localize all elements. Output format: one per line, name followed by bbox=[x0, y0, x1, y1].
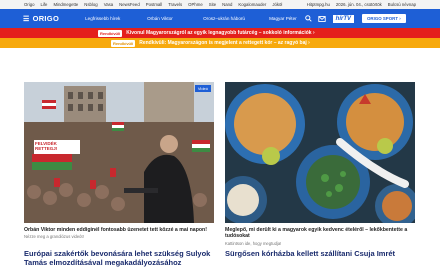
site-logo[interactable]: ☰ ORIGO bbox=[23, 14, 59, 23]
top-link-12[interactable]: Jóköl bbox=[272, 2, 282, 7]
nav-orban-viktor[interactable]: Orbán Viktor bbox=[147, 16, 203, 21]
top-link-7[interactable]: Travels bbox=[168, 2, 182, 7]
article-image[interactable] bbox=[225, 82, 415, 223]
breaking-alert-red[interactable]: Rendkívüli Kivonul Magyarországról az eg… bbox=[0, 28, 440, 38]
article-title[interactable]: Európai szakértők bevonására lehet szüks… bbox=[24, 249, 214, 267]
article-subtitle: Nézze meg a grandiózus videót! bbox=[24, 234, 84, 240]
hirtv-logo[interactable]: hírTV bbox=[332, 14, 355, 23]
article-card[interactable]: Videó FELVIDÉK RETTEGJ! Orbán Viktor min… bbox=[24, 82, 214, 246]
top-link-life[interactable]: Life bbox=[41, 2, 48, 7]
banner-text: FELVIDÉK RETTEGJ! bbox=[35, 141, 58, 151]
mail-icon[interactable] bbox=[317, 15, 326, 22]
header-nav: Legfrissebb hírek Orbán Viktor Orosz–ukr… bbox=[85, 16, 297, 21]
alert-text[interactable]: Rendkívüli: Magyarországon is megjelent … bbox=[139, 40, 310, 46]
hamburger-icon[interactable]: ☰ bbox=[23, 15, 30, 23]
search-icon[interactable] bbox=[304, 15, 312, 22]
nav-magyar-peter[interactable]: Magyar Péter bbox=[269, 16, 297, 21]
alert-badge: Rendkívüli bbox=[111, 39, 136, 47]
video-badge: Videó bbox=[194, 85, 211, 92]
featured-grid: Videó FELVIDÉK RETTEGJ! Orbán Viktor min… bbox=[24, 82, 415, 246]
logo-text: ORIGO bbox=[32, 14, 60, 23]
top-link-strip: Origo Life Mindmegette Nsblog Vasa NewsF… bbox=[0, 0, 440, 9]
date-text: 2026. jún. 04., csütörtök bbox=[335, 2, 382, 7]
main-header: ☰ ORIGO Legfrissebb hírek Orbán Viktor O… bbox=[0, 9, 440, 28]
top-link-11[interactable]: Kogalomauder bbox=[238, 2, 266, 7]
rally-photo bbox=[24, 82, 214, 223]
nav-russia-ukraine-war[interactable]: Orosz–ukrán háború bbox=[203, 16, 269, 21]
top-link-8[interactable]: OPhme bbox=[188, 2, 203, 7]
top-link-3[interactable]: Nsblog bbox=[84, 2, 97, 7]
nav-latest-news[interactable]: Legfrissebb hírek bbox=[85, 16, 147, 21]
article-card[interactable]: Meglepő, mi derült ki a magyarok egyik k… bbox=[225, 82, 415, 246]
top-link-5[interactable]: NewsFeed bbox=[119, 2, 140, 7]
top-link-9[interactable]: Site bbox=[209, 2, 216, 7]
top-link-4[interactable]: Vasa bbox=[104, 2, 113, 7]
alert-badge: Rendkívüli bbox=[98, 29, 123, 37]
article-image[interactable]: Videó FELVIDÉK RETTEGJ! bbox=[24, 82, 214, 223]
top-link-6[interactable]: Postmall bbox=[146, 2, 162, 7]
article-subtitle: Kattintson ide, hogy megtudja! bbox=[225, 240, 282, 246]
alert-text[interactable]: Kivonul Magyarországról az egyik legnagy… bbox=[126, 30, 314, 36]
article-title[interactable]: Sürgősen kórházba kellett szállítani Csu… bbox=[225, 249, 415, 259]
breaking-alert-yellow[interactable]: Rendkívüli Rendkívüli: Magyarországon is… bbox=[0, 38, 440, 48]
top-right-link[interactable]: Hitptmpg.hu bbox=[307, 2, 330, 7]
nameday-text: Bulcsú névnap bbox=[387, 2, 416, 7]
article-title[interactable]: Meglepő, mi derült ki a magyarok egyik k… bbox=[225, 227, 415, 240]
article-title[interactable]: Orbán Viktor minden eddiginél fontosabb … bbox=[24, 227, 214, 233]
header-icons bbox=[304, 15, 326, 22]
top-link-mindmegette[interactable]: Mindmegette bbox=[53, 2, 78, 7]
top-link-origo[interactable]: Origo bbox=[24, 2, 35, 7]
top-link-10[interactable]: Nand bbox=[222, 2, 232, 7]
food-photo bbox=[225, 82, 415, 223]
origo-sport-button[interactable]: ORIGO SPORT › bbox=[362, 14, 406, 23]
